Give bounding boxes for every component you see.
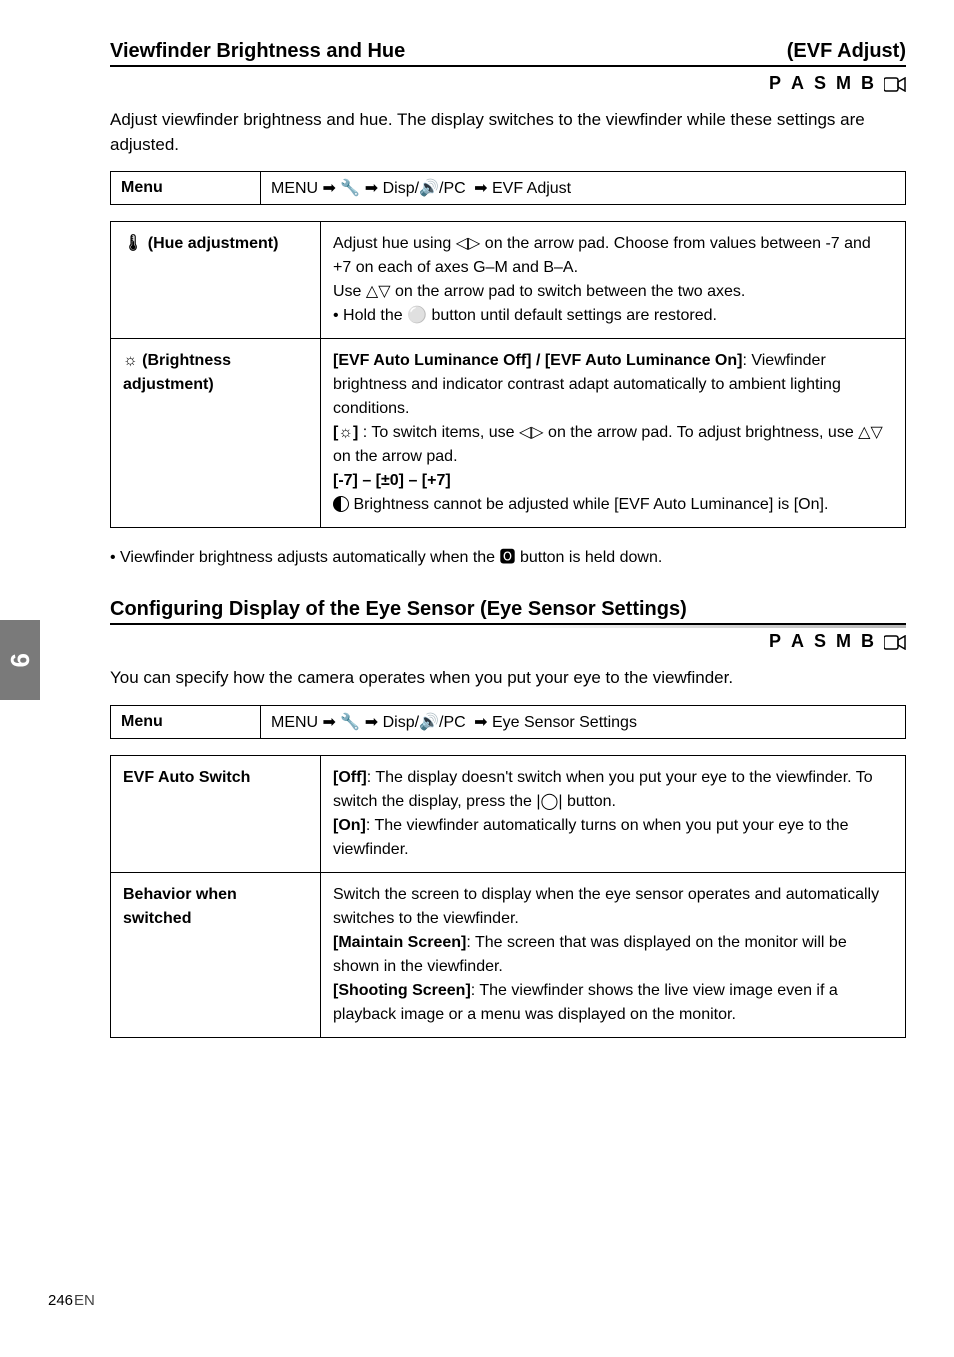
- hue-label: (Hue adjustment): [148, 235, 279, 252]
- behavior-row: Behavior when switched Switch the screen…: [111, 872, 906, 1037]
- section2-intro: You can specify how the camera operates …: [110, 666, 906, 691]
- section1-options-table: 🌡 (Hue adjustment) Adjust hue using ◁▷ o…: [110, 221, 906, 528]
- mode-a: A: [791, 631, 804, 652]
- mode-b: B: [861, 631, 874, 652]
- section2-title: Configuring Display of the Eye Sensor (E…: [110, 598, 906, 621]
- arrow-icon: ➡ Eye Sensor Settings: [470, 712, 641, 732]
- page-lang: EN: [74, 1292, 95, 1309]
- mode-s: S: [814, 73, 826, 94]
- section1-heading: Viewfinder Brightness and Hue (EVF Adjus…: [110, 40, 906, 67]
- auto-switch-off: [Off]: [333, 769, 367, 786]
- section2-nav-table: Menu MENU ➡ 🔧 ➡ Disp/🔊/PC ➡ Eye Sensor S…: [110, 705, 906, 739]
- mode-movie-icon: [884, 631, 906, 652]
- nav-path: MENU ➡ 🔧 ➡ Disp/🔊/PC ➡ Eye Sensor Settin…: [261, 705, 906, 738]
- nav-path-col1: MENU ➡ 🔧 ➡ Disp/🔊/PC: [271, 180, 466, 197]
- mode-p: P: [769, 631, 781, 652]
- hue-line4: • Hold the ⚪ button until default settin…: [333, 307, 717, 324]
- mode-m: M: [836, 73, 851, 94]
- brightness-footnote: Brightness cannot be adjusted while [EVF…: [353, 496, 828, 513]
- section2-modes: P A S M B: [110, 631, 906, 652]
- nav-path-col1: MENU ➡ 🔧 ➡ Disp/🔊/PC: [271, 714, 466, 731]
- brightness-row: ☼ (Brightness adjustment) [EVF Auto Lumi…: [111, 339, 906, 528]
- mode-s: S: [814, 631, 826, 652]
- brightness-label: (Brightness adjustment): [123, 352, 231, 393]
- mode-a: A: [791, 73, 804, 94]
- half-moon-icon: [333, 496, 349, 513]
- nav-path: MENU ➡ 🔧 ➡ Disp/🔊/PC ➡ EVF Adjust: [261, 172, 906, 205]
- section1-intro: Adjust viewfinder brightness and hue. Th…: [110, 108, 906, 157]
- thermometer-icon: 🌡: [123, 235, 143, 252]
- brightness-values: [-7] – [±0] – [+7]: [333, 472, 451, 489]
- chapter-side-tab: 6: [0, 620, 40, 700]
- page-number: 246: [48, 1292, 73, 1309]
- shooting-screen-label: [Shooting Screen]: [333, 982, 471, 999]
- brightness-howto: : To switch items, use ◁▷ on the arrow p…: [333, 424, 883, 465]
- mode-m: M: [836, 631, 851, 652]
- arrow-icon: ➡ EVF Adjust: [470, 178, 575, 198]
- auto-switch-label: EVF Auto Switch: [111, 755, 321, 872]
- maintain-screen-label: [Maintain Screen]: [333, 934, 466, 951]
- nav-label: Menu: [111, 705, 261, 738]
- brightness-toggle-label: [EVF Auto Luminance Off] / [EVF Auto Lum…: [333, 352, 742, 369]
- section1-title-right: (EVF Adjust): [787, 40, 906, 63]
- mode-b: B: [861, 73, 874, 94]
- section1-title-left: Viewfinder Brightness and Hue: [110, 40, 405, 63]
- auto-switch-on: [On]: [333, 817, 366, 834]
- auto-switch-off-desc: : The display doesn't switch when you pu…: [333, 769, 873, 810]
- sun-icon-small: ☼: [338, 424, 353, 441]
- section1-nav-table: Menu MENU ➡ 🔧 ➡ Disp/🔊/PC ➡ EVF Adjust: [110, 171, 906, 205]
- behavior-lead: Switch the screen to display when the ey…: [333, 886, 879, 927]
- mode-movie-icon: [884, 73, 906, 94]
- auto-switch-row: EVF Auto Switch [Off]: The display doesn…: [111, 755, 906, 872]
- section1-modes: P A S M B: [110, 73, 906, 94]
- hue-line3: Use △▽ on the arrow pad to switch betwee…: [333, 283, 745, 300]
- section2-options-table: EVF Auto Switch [Off]: The display doesn…: [110, 755, 906, 1038]
- section1-note: • Viewfinder brightness adjusts automati…: [110, 546, 906, 570]
- chapter-number: 6: [5, 653, 36, 667]
- brightness-close-bracket: ]: [353, 424, 358, 441]
- hue-line1: Adjust hue using ◁▷ on the arrow pad. Ch…: [333, 235, 821, 252]
- auto-switch-on-desc: : The viewfinder automatically turns on …: [333, 817, 849, 858]
- hue-row: 🌡 (Hue adjustment) Adjust hue using ◁▷ o…: [111, 222, 906, 339]
- sun-icon: ☼: [123, 352, 138, 369]
- mode-p: P: [769, 73, 781, 94]
- behavior-label: Behavior when switched: [111, 872, 321, 1037]
- section2-rule: [110, 623, 906, 625]
- nav-label: Menu: [111, 172, 261, 205]
